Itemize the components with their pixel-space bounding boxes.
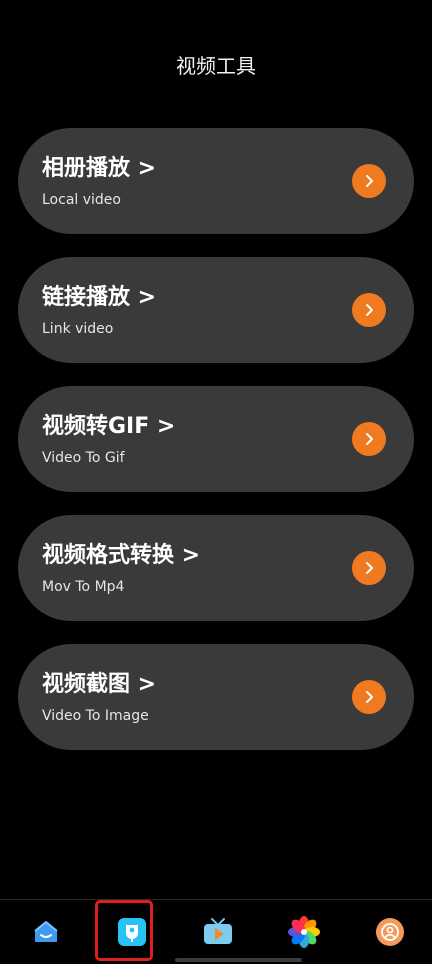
tv-play-icon [204,918,232,944]
bottom-tab-bar [0,899,432,964]
card-album-play[interactable]: 相册播放 > Local video [18,128,414,234]
selected-tab-highlight [95,900,153,961]
chevron-right-icon[interactable] [352,422,386,456]
chevron-right-icon[interactable] [352,164,386,198]
card-title: 链接播放 > [42,285,157,310]
tab-home[interactable] [28,914,64,950]
card-title: 视频转GIF > [42,414,176,439]
chevron-right-icon[interactable] [352,551,386,585]
card-subtitle: Local video [42,192,121,208]
card-video-screenshot[interactable]: 视频截图 > Video To Image [18,644,414,750]
card-link-play[interactable]: 链接播放 > Link video [18,257,414,363]
chevron-right-icon[interactable] [352,680,386,714]
home-icon [34,921,58,942]
card-video-to-gif[interactable]: 视频转GIF > Video To Gif [18,386,414,492]
tool-card-list: 相册播放 > Local video 链接播放 > Link video 视频转… [18,128,414,773]
home-indicator[interactable] [175,958,302,962]
tab-photos[interactable] [286,914,322,950]
photos-flower-icon [288,916,320,948]
card-title: 相册播放 > [42,156,157,181]
card-subtitle: Video To Gif [42,450,125,466]
profile-icon [376,918,404,946]
card-subtitle: Video To Image [42,708,149,724]
card-subtitle: Mov To Mp4 [42,579,125,595]
card-subtitle: Link video [42,321,114,337]
page-title: 视频工具 [176,54,256,78]
tab-tv-play[interactable] [200,914,236,950]
card-title: 视频截图 > [42,672,157,697]
card-format-convert[interactable]: 视频格式转换 > Mov To Mp4 [18,515,414,621]
card-title: 视频格式转换 > [42,543,201,568]
chevron-right-icon[interactable] [352,293,386,327]
tab-profile[interactable] [372,914,408,950]
